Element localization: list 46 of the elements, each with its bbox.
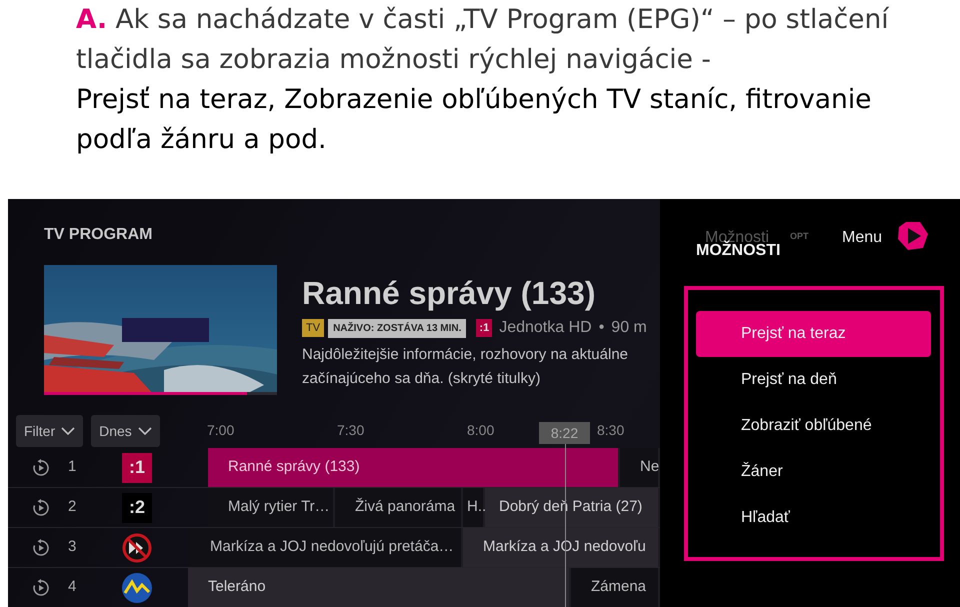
channel-logo: :1: [122, 452, 152, 482]
section-title: TV PROGRAM: [44, 225, 152, 245]
chevron-down-icon: [138, 427, 152, 435]
menu-item[interactable]: Zobraziť obľúbené: [696, 403, 931, 449]
menu-label: Menu: [842, 228, 882, 248]
chevron-down-icon: [61, 427, 76, 435]
type-tag: TV: [302, 318, 324, 338]
programme-cell[interactable]: Ranné správy (133): [208, 448, 620, 487]
programme-cell[interactable]: Teleráno: [188, 568, 571, 607]
programme-title: Ranné správy (133): [302, 274, 596, 313]
channel-name: Jednotka HD: [499, 318, 592, 338]
replay-icon: [32, 458, 50, 476]
duration-text: 90 m: [611, 318, 647, 338]
channel-number: 4: [68, 577, 78, 598]
play-logo-icon: [897, 221, 929, 251]
time-label: 7:30: [337, 422, 364, 438]
menu-item[interactable]: Prejsť na teraz: [696, 311, 931, 357]
programme-cell[interactable]: H..: [463, 488, 485, 527]
no-fast-forward-icon: [122, 532, 152, 562]
wave-logo-icon: [122, 572, 152, 602]
separator-dot: •: [598, 318, 604, 338]
replay-icon: [32, 578, 50, 596]
menu-item[interactable]: Prejsť na deň: [696, 357, 931, 403]
instruction-text: A. Ak sa nachádzate v časti „TV Program (EPG)“ – po stlačení tlačidla sa zobrazia možnosti rýchlej navigácie - Prejsť na teraz, Zobrazenie obľúbených TV staníc, fitrovanie podľa žánru a pod.: [75, 3, 890, 157]
time-label: 8:30: [597, 422, 624, 438]
filter-dropdown[interactable]: Dnes: [91, 415, 160, 447]
current-time-label: 8:22: [539, 422, 590, 444]
channel-logo: :2: [122, 492, 152, 522]
replay-icon: [32, 538, 50, 556]
programme-cell[interactable]: Ne: [620, 448, 660, 487]
menu-item[interactable]: Hľadať: [696, 495, 931, 541]
channel-number: 3: [68, 537, 78, 558]
filter-dropdown[interactable]: Filter: [16, 415, 84, 447]
channel-logo: :1: [476, 318, 492, 338]
replay-icon: [32, 498, 50, 516]
time-label: 8:00: [467, 422, 494, 438]
programme-cell[interactable]: Zámena: [571, 568, 660, 607]
time-label: 7:00: [207, 422, 234, 438]
description-text: začínajúceho sa dňa. (skryté titulky): [302, 369, 540, 389]
channel-number: 2: [68, 497, 78, 518]
description-text: Najdôležitejšie informácie, rozhovory na aktuálne: [302, 345, 628, 365]
channel-number: 1: [68, 457, 78, 478]
key-hint: OPT: [790, 230, 809, 243]
panel-title: MOŽNOSTI: [696, 240, 780, 261]
menu-item[interactable]: Žáner: [696, 449, 931, 495]
live-tag: NAŽIVO: ZOSTÁVA 13 MIN.: [328, 318, 466, 338]
